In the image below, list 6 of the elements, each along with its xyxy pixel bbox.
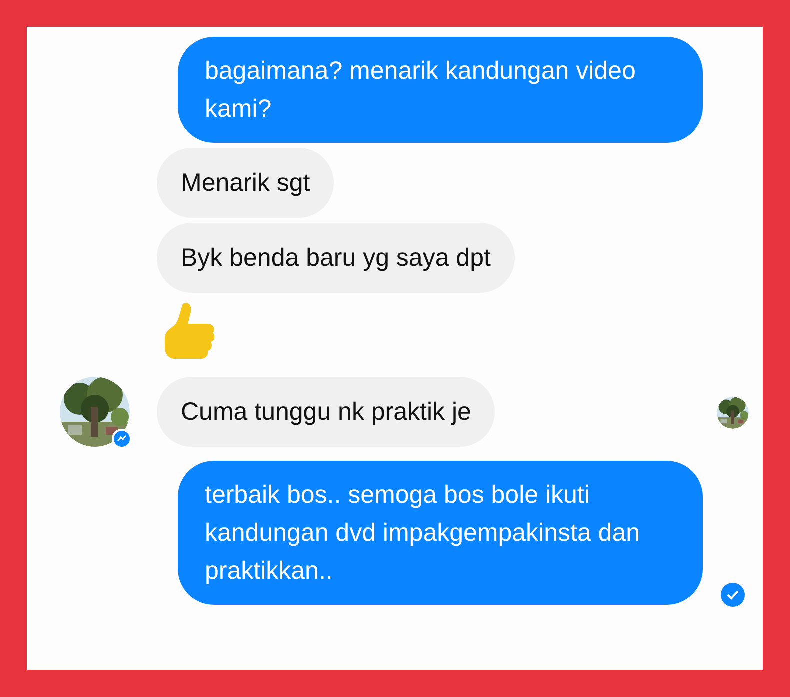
sent-message: bagaimana? menarik kandungan video kami? bbox=[178, 37, 703, 143]
messenger-badge-icon bbox=[112, 429, 132, 449]
received-message: Menarik sgt bbox=[157, 148, 334, 218]
received-message: Byk benda baru yg saya dpt bbox=[157, 223, 515, 293]
received-message: Cuma tunggu nk praktik je bbox=[157, 377, 496, 447]
sent-message: terbaik bos.. semoga bos bole ikuti kandungan dvd impakgempakinsta dan praktikkan.. bbox=[178, 461, 703, 605]
